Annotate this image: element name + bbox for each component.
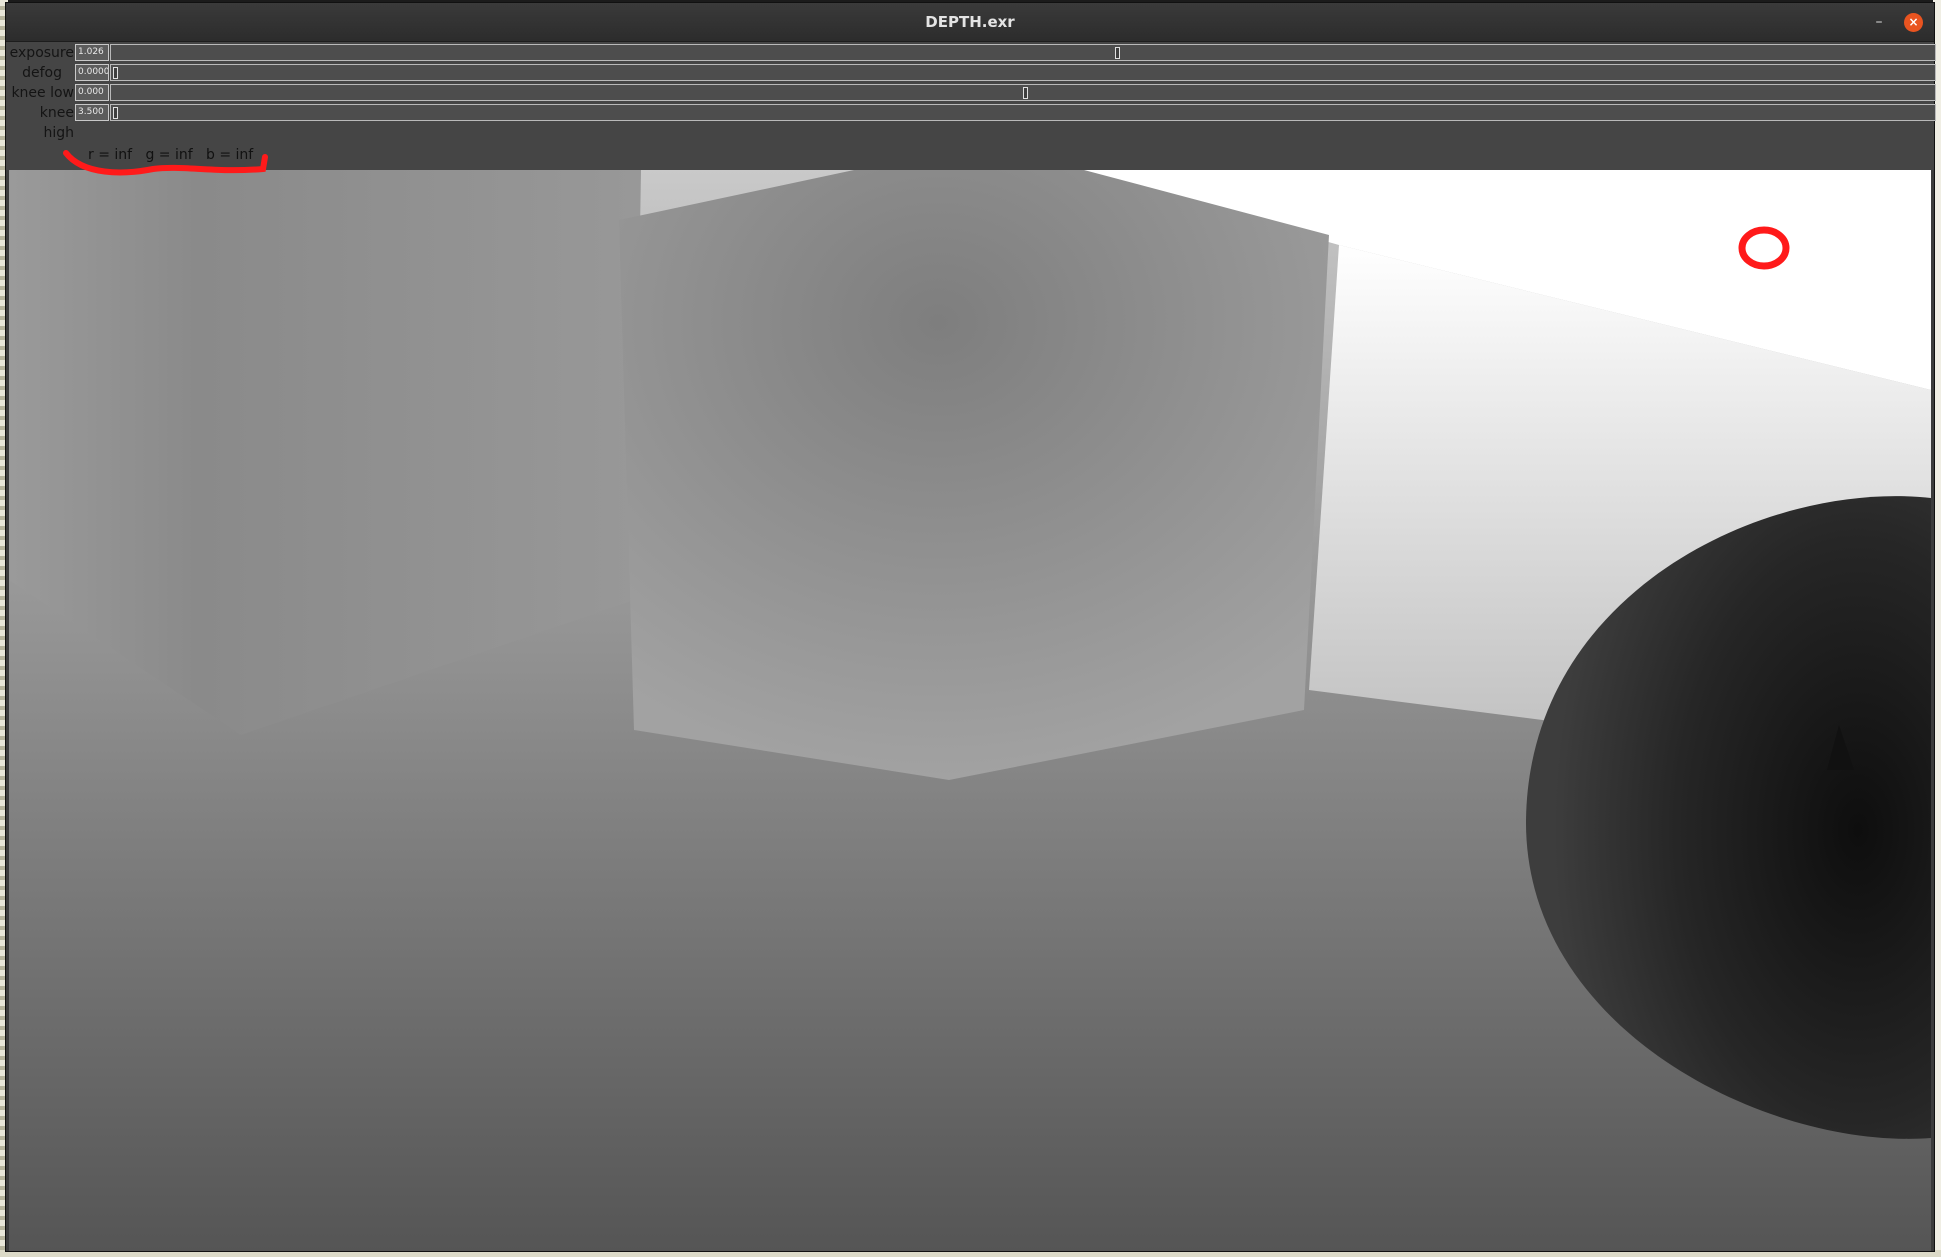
control-row-knee-high: knee high 3.500 [6, 103, 1936, 141]
desktop-background-right [1933, 0, 1941, 1257]
slider-thumb[interactable] [1023, 87, 1029, 99]
control-label: defog [22, 65, 62, 81]
control-label: knee high [39, 105, 74, 141]
slider-thumb[interactable] [1114, 47, 1120, 59]
exposure-slider[interactable] [110, 44, 1936, 61]
desktop-background-bottom [0, 1250, 1941, 1257]
slider-thumb[interactable] [113, 67, 118, 79]
title-bar[interactable]: DEPTH.exr – × [6, 3, 1934, 42]
defog-value-field[interactable]: 0.0000 [75, 64, 109, 81]
depth-image [9, 170, 1931, 1251]
window-title: DEPTH.exr [925, 13, 1015, 31]
knee-high-slider[interactable] [110, 104, 1936, 121]
control-row-knee-low: knee low 0.000 [6, 83, 1936, 103]
control-label: knee low [11, 85, 74, 101]
image-canvas[interactable] [9, 170, 1931, 1251]
red-underline-annotation [63, 150, 268, 176]
close-icon[interactable]: × [1904, 13, 1923, 32]
exposure-value-field[interactable]: 1.026 [75, 44, 109, 61]
knee-low-value-field[interactable]: 0.000 [75, 84, 109, 101]
minimize-icon[interactable]: – [1870, 13, 1888, 31]
controls-panel: exposure 1.026 defog 0.0000 knee low 0.0… [6, 42, 1936, 170]
control-row-defog: defog 0.0000 [6, 63, 1936, 83]
control-row-exposure: exposure 1.026 [6, 43, 1936, 63]
slider-thumb[interactable] [113, 107, 118, 119]
defog-slider[interactable] [110, 64, 1936, 81]
knee-low-slider[interactable] [110, 84, 1936, 101]
control-label: exposure [9, 45, 74, 61]
knee-high-value-field[interactable]: 3.500 [75, 104, 109, 121]
exr-viewer-window: DEPTH.exr – × exposure 1.026 defog 0.000… [6, 3, 1936, 1251]
